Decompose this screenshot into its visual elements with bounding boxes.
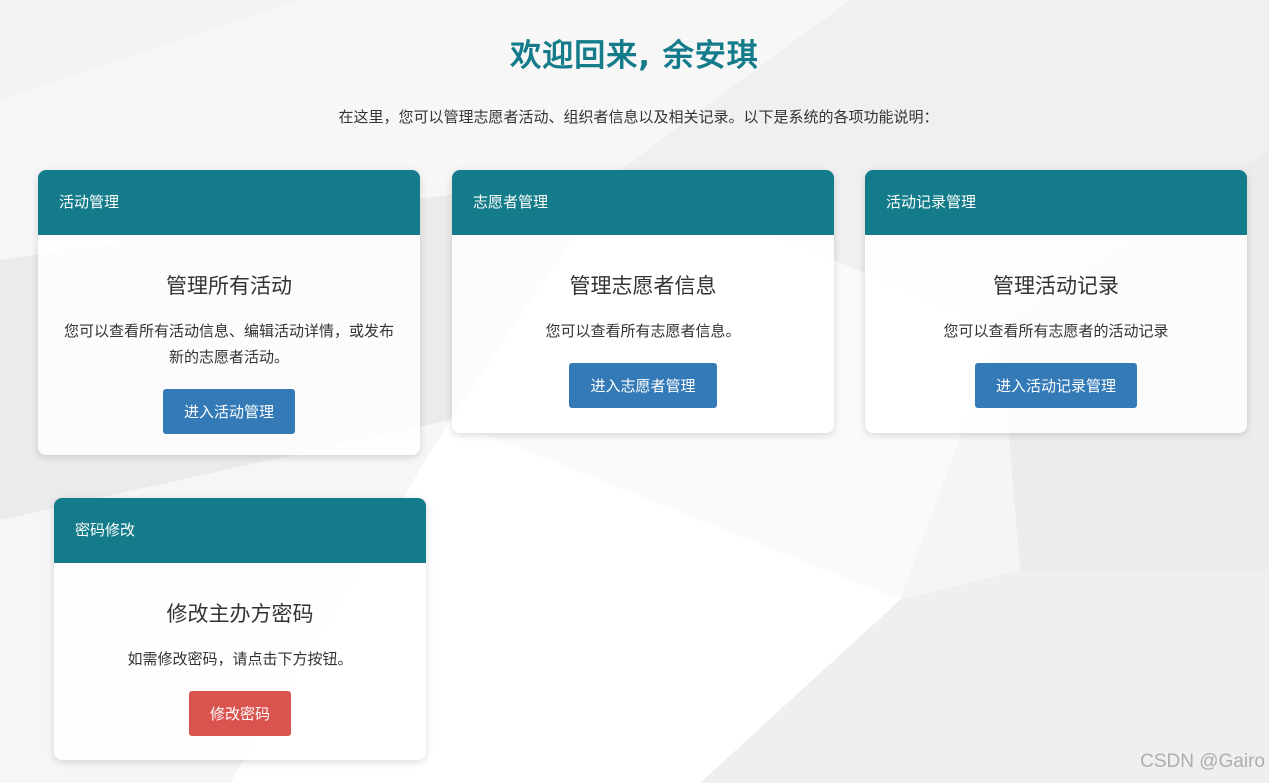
- change-password-button[interactable]: 修改密码: [188, 691, 291, 736]
- intro-text: 在这里，您可以管理志愿者活动、组织者信息以及相关记录。以下是系统的各项功能说明：: [338, 108, 939, 126]
- card-title: 管理所有活动: [166, 274, 292, 298]
- card-body: 管理活动记录 您可以查看所有志愿者的活动记录 进入活动记录管理: [865, 270, 1247, 408]
- card-header: 志愿者管理: [452, 170, 834, 235]
- card-password-change: 密码修改 修改主办方密码 如需修改密码，请点击下方按钮。 修改密码: [54, 498, 426, 760]
- card-title: 管理志愿者信息: [569, 274, 717, 298]
- card-title: 管理活动记录: [993, 274, 1119, 298]
- page-title: 欢迎回来, 余安琪: [510, 38, 759, 74]
- card-header: 活动管理: [38, 170, 420, 235]
- card-activity-record-management: 活动记录管理 管理活动记录 您可以查看所有志愿者的活动记录 进入活动记录管理: [865, 170, 1247, 433]
- card-description: 您可以查看所有志愿者信息。: [545, 322, 741, 340]
- card-description: 如需修改密码，请点击下方按钮。: [127, 650, 353, 668]
- dashboard-page: 欢迎回来, 余安琪 在这里，您可以管理志愿者活动、组织者信息以及相关记录。以下是…: [0, 0, 1269, 783]
- card-activity-management: 活动管理 管理所有活动 您可以查看所有活动信息、编辑活动详情，或发布新的志愿者活…: [38, 170, 420, 455]
- enter-volunteer-management-button[interactable]: 进入志愿者管理: [569, 363, 717, 408]
- card-description: 您可以查看所有志愿者的活动记录: [943, 322, 1169, 340]
- enter-activity-record-management-button[interactable]: 进入活动记录管理: [974, 363, 1137, 408]
- watermark: CSDN @Gairo: [1140, 751, 1265, 772]
- card-body: 管理志愿者信息 您可以查看所有志愿者信息。 进入志愿者管理: [452, 270, 834, 408]
- card-volunteer-management: 志愿者管理 管理志愿者信息 您可以查看所有志愿者信息。 进入志愿者管理: [452, 170, 834, 433]
- card-title: 修改主办方密码: [166, 602, 314, 626]
- card-body: 管理所有活动 您可以查看所有活动信息、编辑活动详情，或发布新的志愿者活动。 进入…: [38, 270, 420, 434]
- card-header: 活动记录管理: [865, 170, 1247, 235]
- card-description: 您可以查看所有活动信息、编辑活动详情，或发布新的志愿者活动。: [64, 322, 395, 366]
- card-header: 密码修改: [54, 498, 426, 563]
- card-body: 修改主办方密码 如需修改密码，请点击下方按钮。 修改密码: [54, 598, 426, 736]
- enter-activity-management-button[interactable]: 进入活动管理: [162, 389, 295, 434]
